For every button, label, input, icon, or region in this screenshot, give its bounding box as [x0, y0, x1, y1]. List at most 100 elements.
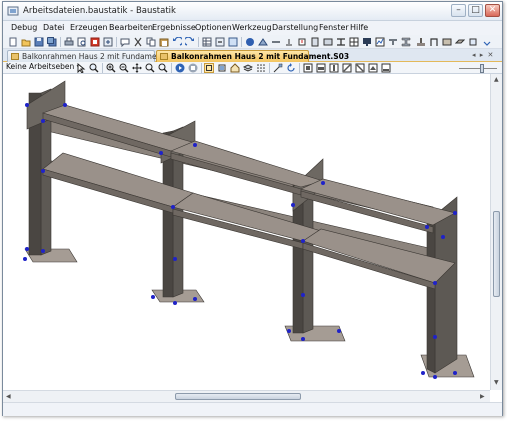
redo-icon[interactable] — [185, 37, 195, 47]
view-back-icon[interactable] — [329, 63, 339, 73]
save-icon[interactable] — [34, 37, 44, 47]
node-point[interactable] — [41, 249, 45, 253]
steel-icon[interactable] — [401, 37, 411, 47]
minimize-button[interactable]: – — [451, 4, 466, 17]
print-icon[interactable] — [64, 37, 74, 47]
wall-icon[interactable] — [442, 37, 452, 47]
grid-dots-icon[interactable] — [256, 63, 266, 73]
column[interactable] — [426, 214, 436, 374]
stop-icon[interactable] — [188, 63, 198, 73]
new-file-icon[interactable] — [8, 37, 18, 47]
cut-icon[interactable] — [133, 37, 143, 47]
foundation-icon[interactable] — [416, 37, 426, 47]
layers-icon[interactable] — [243, 63, 253, 73]
node-point[interactable] — [151, 295, 155, 299]
node-point[interactable] — [63, 103, 67, 107]
view-bottom-icon[interactable] — [381, 63, 391, 73]
3d-viewport[interactable] — [3, 74, 490, 390]
close-button[interactable]: ✕ — [485, 4, 500, 17]
load-tool-icon[interactable] — [297, 37, 307, 47]
node-point[interactable] — [301, 239, 305, 243]
node-point[interactable] — [433, 281, 437, 285]
pdf-icon[interactable] — [90, 37, 100, 47]
menu-ergebnisse[interactable]: Ergebnisse — [152, 23, 196, 32]
member-tool-icon[interactable] — [310, 37, 320, 47]
menu-optionen[interactable]: Optionen — [195, 23, 232, 32]
view-side-icon[interactable] — [316, 63, 326, 73]
select-pointer-icon[interactable] — [76, 63, 86, 73]
play-icon[interactable] — [175, 63, 185, 73]
menu-bearbeiten[interactable]: Bearbeiten — [109, 23, 153, 32]
menu-darstellung[interactable]: Darstellung — [272, 23, 318, 32]
node-point[interactable] — [25, 103, 29, 107]
frame-icon[interactable] — [429, 37, 439, 47]
copy-icon[interactable] — [146, 37, 156, 47]
view-left-icon[interactable] — [342, 63, 352, 73]
pan-icon[interactable] — [132, 63, 142, 73]
table-icon[interactable] — [202, 37, 212, 47]
horizontal-scroll-thumb[interactable] — [175, 393, 301, 400]
beam-tool-icon[interactable] — [271, 37, 281, 47]
scroll-right-icon[interactable]: ▶ — [480, 393, 485, 400]
node-point[interactable] — [23, 257, 27, 261]
view-top-icon[interactable] — [303, 63, 313, 73]
node-point[interactable] — [159, 151, 163, 155]
menu-werkzeug[interactable]: Werkzeug — [232, 23, 272, 32]
profile-icon[interactable] — [388, 37, 398, 47]
node-point[interactable] — [425, 225, 429, 229]
comment-icon[interactable] — [120, 37, 130, 47]
section-tool-icon[interactable] — [336, 37, 346, 47]
slab-icon[interactable] — [455, 37, 465, 47]
open-folder-icon[interactable] — [21, 37, 31, 47]
node-point[interactable] — [453, 371, 457, 375]
zoom-slider-track[interactable] — [459, 68, 497, 69]
node-point[interactable] — [171, 205, 175, 209]
node-point[interactable] — [287, 329, 291, 333]
window-icon[interactable] — [228, 37, 238, 47]
node-tool-icon[interactable] — [258, 37, 268, 47]
scroll-left-icon[interactable]: ◀ — [6, 393, 11, 400]
support-tool-icon[interactable] — [284, 37, 294, 47]
save-all-icon[interactable] — [47, 37, 57, 47]
monitor-icon[interactable] — [362, 37, 372, 47]
undo-icon[interactable] — [172, 37, 182, 47]
results-icon[interactable] — [375, 37, 385, 47]
zoom-extents-icon[interactable] — [145, 63, 155, 73]
view-iso-icon[interactable] — [368, 63, 378, 73]
tab-scroll-arrows-icon[interactable]: ◂ ▸ ✕ — [472, 51, 494, 59]
grid-tool-icon[interactable] — [349, 37, 359, 47]
tab-document-active[interactable]: Balkonrahmen Haus 2 mit Fundament.S03 — [156, 50, 349, 62]
node-point[interactable] — [453, 211, 457, 215]
zoom-out-icon[interactable] — [119, 63, 129, 73]
node-point[interactable] — [301, 337, 305, 341]
node-point[interactable] — [291, 203, 295, 207]
menu-datei[interactable]: Datei — [43, 23, 64, 32]
zoom-previous-icon[interactable] — [158, 63, 168, 73]
area-tool-icon[interactable] — [323, 37, 333, 47]
node-point[interactable] — [421, 371, 425, 375]
paste-icon[interactable] — [159, 37, 169, 47]
menu-fenster[interactable]: Fenster — [319, 23, 349, 32]
node-point[interactable] — [433, 335, 437, 339]
vertical-scrollbar[interactable]: ▲ ▼ — [490, 74, 502, 390]
export-icon[interactable] — [103, 37, 113, 47]
calculate-icon[interactable] — [215, 37, 225, 47]
zoom-window-icon[interactable] — [89, 63, 99, 73]
column[interactable] — [434, 196, 458, 374]
node-point[interactable] — [321, 181, 325, 185]
overflow-icon[interactable] — [482, 37, 492, 47]
view-front-icon[interactable] — [217, 63, 227, 73]
menu-debug[interactable]: Debug — [11, 23, 37, 32]
sphere-icon[interactable] — [245, 37, 255, 47]
node-point[interactable] — [301, 293, 305, 297]
menu-erzeugen[interactable]: Erzeugen — [70, 23, 108, 32]
snap-icon[interactable] — [273, 63, 283, 73]
node-point[interactable] — [25, 247, 29, 251]
maximize-button[interactable]: □ — [468, 4, 483, 17]
window-opening-icon[interactable] — [468, 37, 478, 47]
vertical-scroll-thumb[interactable] — [493, 211, 500, 297]
node-point[interactable] — [173, 301, 177, 305]
node-point[interactable] — [193, 143, 197, 147]
rotate-icon[interactable] — [286, 63, 296, 73]
scroll-down-icon[interactable]: ▼ — [494, 379, 499, 386]
